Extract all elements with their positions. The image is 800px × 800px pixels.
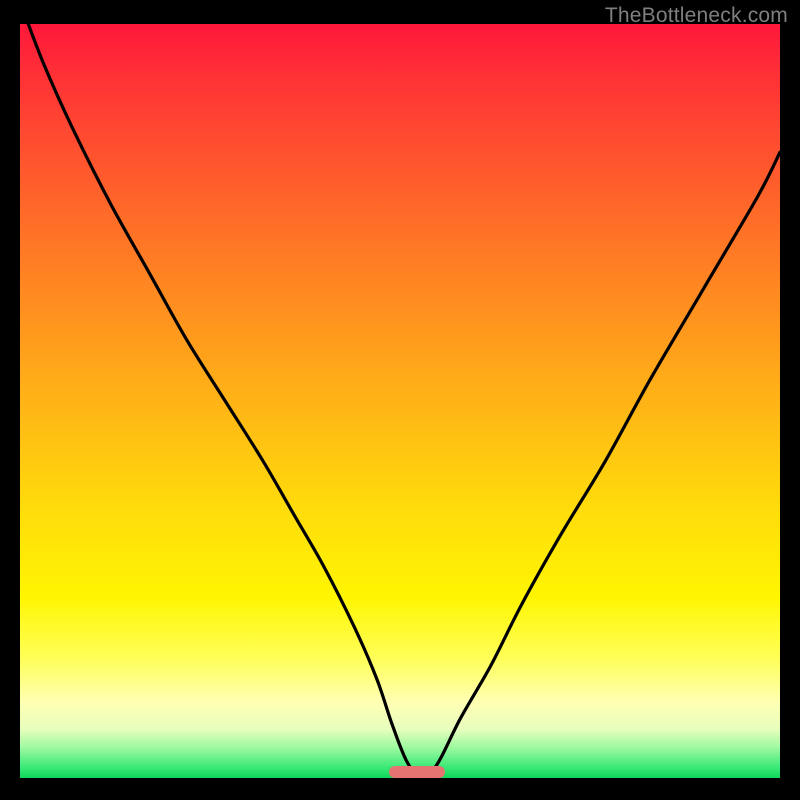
chart-frame: TheBottleneck.com [0, 0, 800, 800]
optimal-range-marker [389, 766, 445, 778]
plot-area [20, 24, 780, 778]
watermark-text: TheBottleneck.com [605, 4, 788, 28]
bottleneck-curve [20, 24, 780, 778]
